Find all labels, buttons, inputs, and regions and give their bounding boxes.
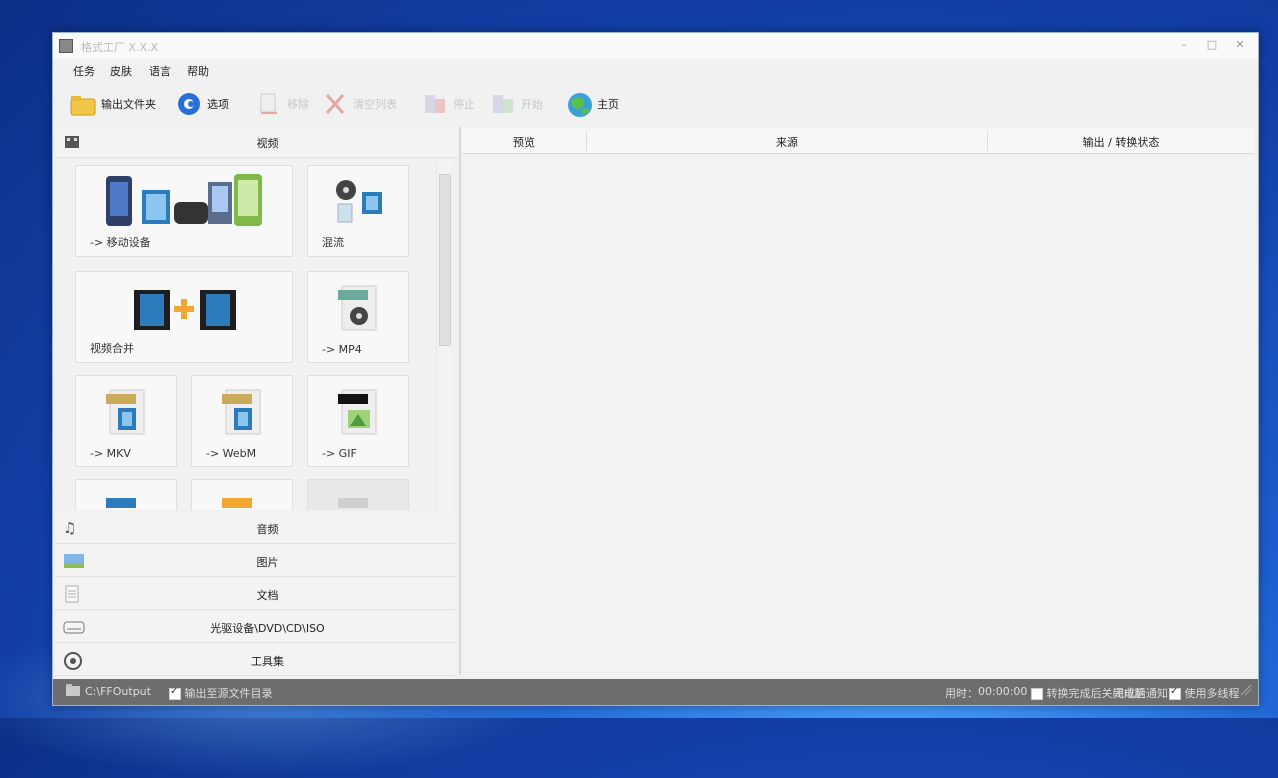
folder-icon [69, 91, 97, 117]
menu-task[interactable]: 任务 [73, 63, 95, 79]
start-icon [489, 91, 517, 117]
tile-mobile-label: -> 移动设备 [90, 236, 151, 249]
col-source[interactable]: 来源 [587, 134, 987, 150]
stop-button[interactable]: 停止 [421, 89, 475, 119]
mkv-file-icon [106, 389, 145, 435]
home-label: 主页 [597, 98, 619, 111]
notify-label: 完成后通知 [1113, 687, 1168, 700]
menu-language[interactable]: 语言 [149, 63, 171, 79]
shutdown-checkbox[interactable] [1031, 688, 1043, 700]
start-button[interactable]: 开始 [489, 89, 543, 119]
mobile-devices-icon [106, 174, 262, 226]
tile-mobile-device[interactable]: -> 移动设备 [75, 165, 293, 257]
multithread-label: 使用多线程 [1184, 687, 1240, 700]
category-tools[interactable]: 工具集 [55, 645, 455, 676]
resize-grip-icon[interactable] [1239, 683, 1253, 700]
tile-join-label: 视频合并 [90, 342, 134, 355]
panel-splitter[interactable] [459, 127, 461, 675]
col-preview[interactable]: 预览 [462, 134, 586, 150]
file-icon [222, 498, 252, 508]
home-button[interactable]: 主页 [565, 89, 619, 119]
close-button[interactable]: ✕ [1229, 37, 1251, 53]
category-image[interactable]: 图片 [55, 546, 455, 577]
category-disc[interactable]: 光驱设备\DVD\CD\ISO [55, 612, 455, 643]
category-video[interactable]: 视频 [55, 127, 455, 158]
output-to-source-label: 输出至源文件目录 [184, 687, 273, 700]
options-label: 选项 [207, 98, 229, 111]
file-icon [338, 498, 368, 508]
app-icon [59, 39, 73, 53]
tiles-scrollbar[interactable] [436, 160, 451, 513]
tile-video-join[interactable]: 视频合并 [75, 271, 293, 363]
tile-gif-label: -> GIF [322, 447, 357, 460]
menu-bar: 任务 皮肤 语言 帮助 [53, 59, 1258, 81]
tile-mp4-label: -> MP4 [322, 343, 362, 356]
category-document-label: 文档 [256, 589, 279, 602]
multithread-option[interactable]: 使用多线程 [1169, 685, 1240, 701]
output-folder-button[interactable]: 输出文件夹 [69, 89, 156, 119]
output-path[interactable]: C:\FFOutput [85, 685, 151, 698]
maximize-button[interactable]: □ [1201, 37, 1223, 53]
menu-help[interactable]: 帮助 [187, 63, 209, 79]
tile-partial-1[interactable] [75, 479, 177, 510]
options-button[interactable]: 选项 [175, 89, 229, 119]
tile-webm-label: -> WebM [206, 447, 257, 460]
remove-button[interactable]: 移除 [255, 89, 309, 119]
elapsed-time: 00:00:00 [978, 685, 1028, 698]
tile-gif[interactable]: -> GIF [307, 375, 409, 467]
app-window: 格式工厂 X.X.X – □ ✕ 任务 皮肤 语言 帮助 输出文件夹 选项 移除 [52, 32, 1259, 706]
remove-icon [255, 91, 283, 117]
stop-label: 停止 [453, 98, 475, 111]
scrollbar-thumb[interactable] [439, 174, 451, 346]
clear-icon [321, 91, 349, 117]
minimize-button[interactable]: – [1173, 37, 1195, 53]
task-table-header: 预览 来源 输出 / 转换状态 [462, 129, 1254, 154]
start-label: 开始 [521, 98, 543, 111]
stop-icon [421, 91, 449, 117]
window-title: 格式工厂 X.X.X [81, 41, 159, 54]
elapsed-label: 用时： [945, 687, 978, 700]
clear-list-button[interactable]: 清空列表 [321, 89, 397, 119]
title-bar: 格式工厂 X.X.X – □ ✕ [53, 33, 1258, 59]
category-tools-label: 工具集 [251, 655, 284, 668]
folder-icon [65, 683, 81, 700]
category-audio[interactable]: ♫ 音频 [55, 513, 455, 544]
toolbar: 输出文件夹 选项 移除 清空列表 停止 开始 主页 [53, 83, 1258, 125]
video-tiles: -> 移动设备 混流 视频合并 -> MP4 -> MKV -> WebM ->… [75, 165, 415, 510]
mix-icon [336, 180, 382, 223]
mp4-file-icon [338, 285, 377, 331]
options-icon [175, 91, 203, 117]
multithread-checkbox[interactable] [1169, 686, 1181, 700]
category-document[interactable]: 文档 [55, 579, 455, 610]
file-icon [106, 498, 136, 508]
output-to-source-checkbox[interactable] [169, 686, 181, 700]
gif-file-icon [338, 389, 377, 435]
globe-icon [565, 91, 593, 117]
tile-partial-3[interactable] [307, 479, 409, 510]
task-list-panel: 预览 来源 输出 / 转换状态 [462, 127, 1254, 675]
category-video-label: 视频 [256, 137, 279, 150]
status-bar: C:\FFOutput 输出至源文件目录 用时： 00:00:00 转换完成后关… [53, 679, 1258, 705]
category-disc-label: 光驱设备\DVD\CD\ISO [210, 622, 325, 635]
menu-skin[interactable]: 皮肤 [110, 63, 132, 79]
remove-label: 移除 [287, 98, 309, 111]
tile-mkv[interactable]: -> MKV [75, 375, 177, 467]
tile-webm[interactable]: -> WebM [191, 375, 293, 467]
tile-mkv-label: -> MKV [90, 447, 131, 460]
video-join-icon [134, 290, 236, 330]
output-to-source-option[interactable]: 输出至源文件目录 [169, 685, 273, 701]
clear-list-label: 清空列表 [353, 98, 397, 111]
category-panel: 视频 -> 移动设备 混流 视频合并 -> MP4 -> MKV -> WebM… [55, 127, 459, 676]
output-folder-label: 输出文件夹 [101, 98, 156, 111]
tile-mp4[interactable]: -> MP4 [307, 271, 409, 363]
webm-file-icon [222, 389, 261, 435]
tile-mix-label: 混流 [322, 236, 344, 249]
category-image-label: 图片 [256, 556, 279, 569]
col-output-status[interactable]: 输出 / 转换状态 [988, 134, 1254, 150]
category-audio-label: 音频 [256, 523, 279, 536]
tile-partial-2[interactable] [191, 479, 293, 510]
tile-mix[interactable]: 混流 [307, 165, 409, 257]
